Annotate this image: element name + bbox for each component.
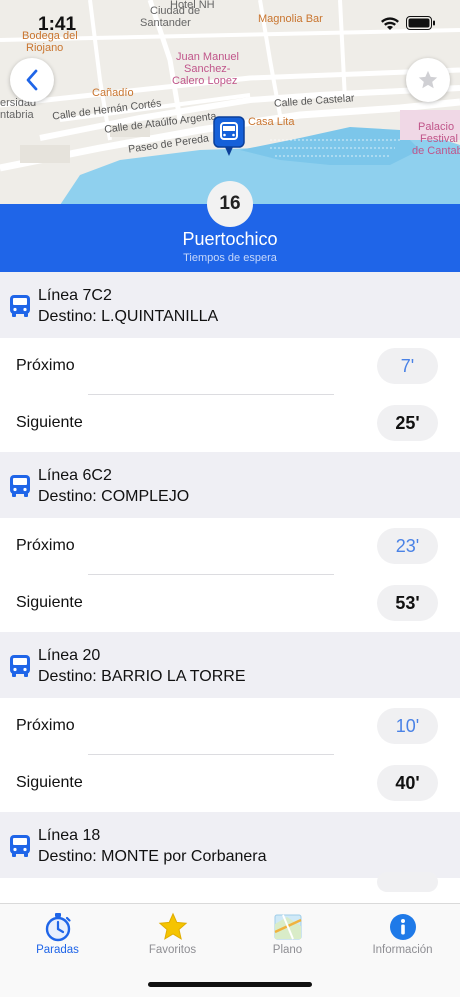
back-button[interactable] <box>10 58 54 102</box>
stop-name: Puertochico <box>182 229 278 249</box>
bus-icon <box>10 655 30 677</box>
arrival-label: Siguiente <box>16 774 83 791</box>
bus-icon <box>10 475 30 497</box>
stop-number-badge: 16 <box>207 181 253 227</box>
tab-label: Paradas <box>36 944 79 956</box>
home-indicator <box>148 982 312 987</box>
map-label-juan-2: Sanchez- <box>184 63 231 75</box>
line-section-header: Línea 20 Destino: BARRIO LA TORRE <box>0 632 460 698</box>
tab-paradas[interactable]: Paradas <box>0 904 115 964</box>
arrival-label: Próximo <box>16 717 75 734</box>
tab-plano[interactable]: Plano <box>230 904 345 964</box>
status-bar: 1:41 <box>0 0 460 50</box>
arrival-time-pill: 7' <box>377 348 438 384</box>
line-name: Línea 7C2 <box>38 287 112 304</box>
favorite-button[interactable] <box>406 58 450 102</box>
arrival-row-next[interactable]: Próximo 10' <box>0 698 460 755</box>
line-destination: Destino: MONTE por Corbanera <box>38 848 267 865</box>
status-time: 1:41 <box>38 14 77 35</box>
line-section-header: Línea 18 Destino: MONTE por Corbanera <box>0 812 460 878</box>
stopwatch-icon <box>45 913 71 942</box>
line-name: Línea 18 <box>38 827 101 844</box>
tab-informacion[interactable]: Información <box>345 904 460 964</box>
arrival-row-following[interactable]: Siguiente 40' <box>0 755 460 812</box>
arrival-time-pill: 10' <box>377 708 438 744</box>
arrival-time-pill-partial <box>377 872 438 892</box>
wifi-icon <box>381 17 399 30</box>
bus-icon <box>10 295 30 317</box>
arrival-time-pill: 23' <box>377 528 438 564</box>
map-label-palacio-2: Festival <box>420 133 458 145</box>
battery-icon <box>406 16 435 30</box>
arrival-row-next[interactable]: Próximo 23' <box>0 518 460 575</box>
arrival-row-next[interactable]: Próximo 7' <box>0 338 460 395</box>
map-label-casa-lita: Casa Lita <box>248 116 295 128</box>
map-icon <box>273 914 302 940</box>
star-outline-icon <box>418 70 438 89</box>
arrival-time-pill: 25' <box>377 405 438 441</box>
bus-icon <box>10 835 30 857</box>
chevron-left-icon <box>26 69 38 91</box>
arrival-label: Próximo <box>16 357 75 374</box>
map-label-palacio-1: Palacio <box>418 121 455 133</box>
tab-label: Favoritos <box>148 944 197 956</box>
arrival-time-pill: 53' <box>377 585 438 621</box>
line-name: Línea 6C2 <box>38 467 112 484</box>
arrival-label: Siguiente <box>16 414 83 431</box>
tab-favoritos[interactable]: Favoritos <box>115 904 230 964</box>
line-destination: Destino: BARRIO LA TORRE <box>38 668 246 685</box>
line-section-header: Línea 6C2 Destino: COMPLEJO <box>0 452 460 518</box>
arrivals-list[interactable]: Línea 7C2 Destino: L.QUINTANILLA Próximo… <box>0 272 460 903</box>
map-label-palacio-3: de Cantab <box>412 145 460 157</box>
tab-label: Información <box>372 944 433 956</box>
line-name: Línea 20 <box>38 647 101 664</box>
map-label-canadio: Cañadío <box>92 87 134 99</box>
line-section-header: Línea 7C2 Destino: L.QUINTANILLA <box>0 272 460 338</box>
star-icon <box>158 912 187 940</box>
info-icon <box>389 914 416 940</box>
map-label-juan-1: Juan Manuel <box>176 51 239 63</box>
tab-label: Plano <box>272 944 303 956</box>
arrival-row-following[interactable]: Siguiente 53' <box>0 575 460 632</box>
line-destination: Destino: COMPLEJO <box>38 488 190 505</box>
arrival-time-pill: 40' <box>377 765 438 801</box>
arrival-row-partial[interactable] <box>0 872 460 903</box>
bus-stop-marker-icon[interactable] <box>213 116 245 158</box>
arrival-label: Siguiente <box>16 594 83 611</box>
map-label-uni-2: ntabria <box>0 109 34 121</box>
map-label-juan-3: Calero Lopez <box>172 75 238 87</box>
arrival-label: Próximo <box>16 537 75 554</box>
line-destination: Destino: L.QUINTANILLA <box>38 308 219 325</box>
stop-subtitle: Tiempos de espera <box>183 252 277 264</box>
arrival-row-following[interactable]: Siguiente 25' <box>0 395 460 452</box>
